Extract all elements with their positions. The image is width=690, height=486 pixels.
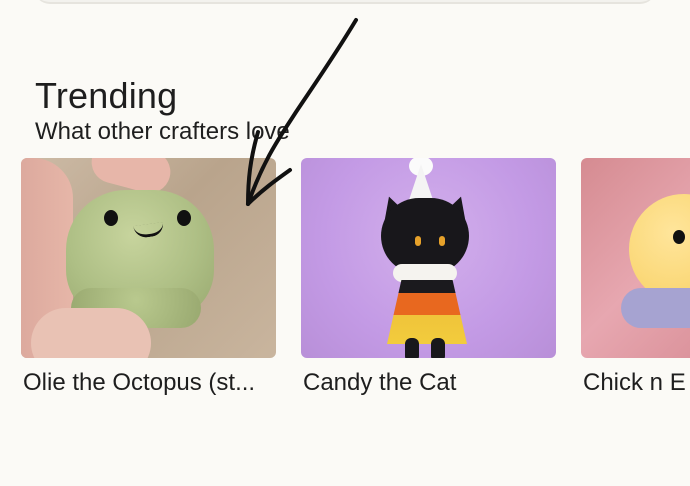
cat-right-eye: [439, 236, 445, 246]
product-title[interactable]: Olie the Octopus (st...: [23, 366, 278, 400]
cat-left-eye: [415, 236, 421, 246]
section-title: Trending: [35, 75, 178, 116]
trending-section: Trending What other crafters love Olie t…: [0, 0, 690, 486]
octopus-right-eye: [177, 210, 191, 226]
product-image-chick[interactable]: [581, 158, 690, 358]
product-card-chick[interactable]: Chick n E: [581, 158, 690, 398]
cat-right-leg: [431, 338, 445, 358]
ruffle-collar: [393, 264, 457, 282]
palm-shape: [31, 308, 151, 358]
cat-head: [381, 198, 469, 274]
candy-corn-dress: [387, 280, 467, 344]
product-image-octopus[interactable]: [21, 158, 276, 358]
product-title[interactable]: Candy the Cat: [303, 366, 558, 400]
product-image-cat[interactable]: [301, 158, 556, 358]
product-card-olie-the-octopus[interactable]: Olie the Octopus (st...: [21, 158, 276, 398]
chick-eye: [673, 230, 685, 244]
chick-base: [621, 288, 690, 328]
product-card-candy-the-cat[interactable]: Candy the Cat: [301, 158, 556, 398]
cat-left-leg: [405, 338, 419, 358]
trending-carousel[interactable]: Olie the Octopus (st... Candy the Cat Ch…: [0, 158, 690, 418]
section-subtitle: What other crafters love: [35, 118, 290, 145]
product-title[interactable]: Chick n E: [583, 366, 690, 400]
octopus-left-eye: [104, 210, 118, 226]
